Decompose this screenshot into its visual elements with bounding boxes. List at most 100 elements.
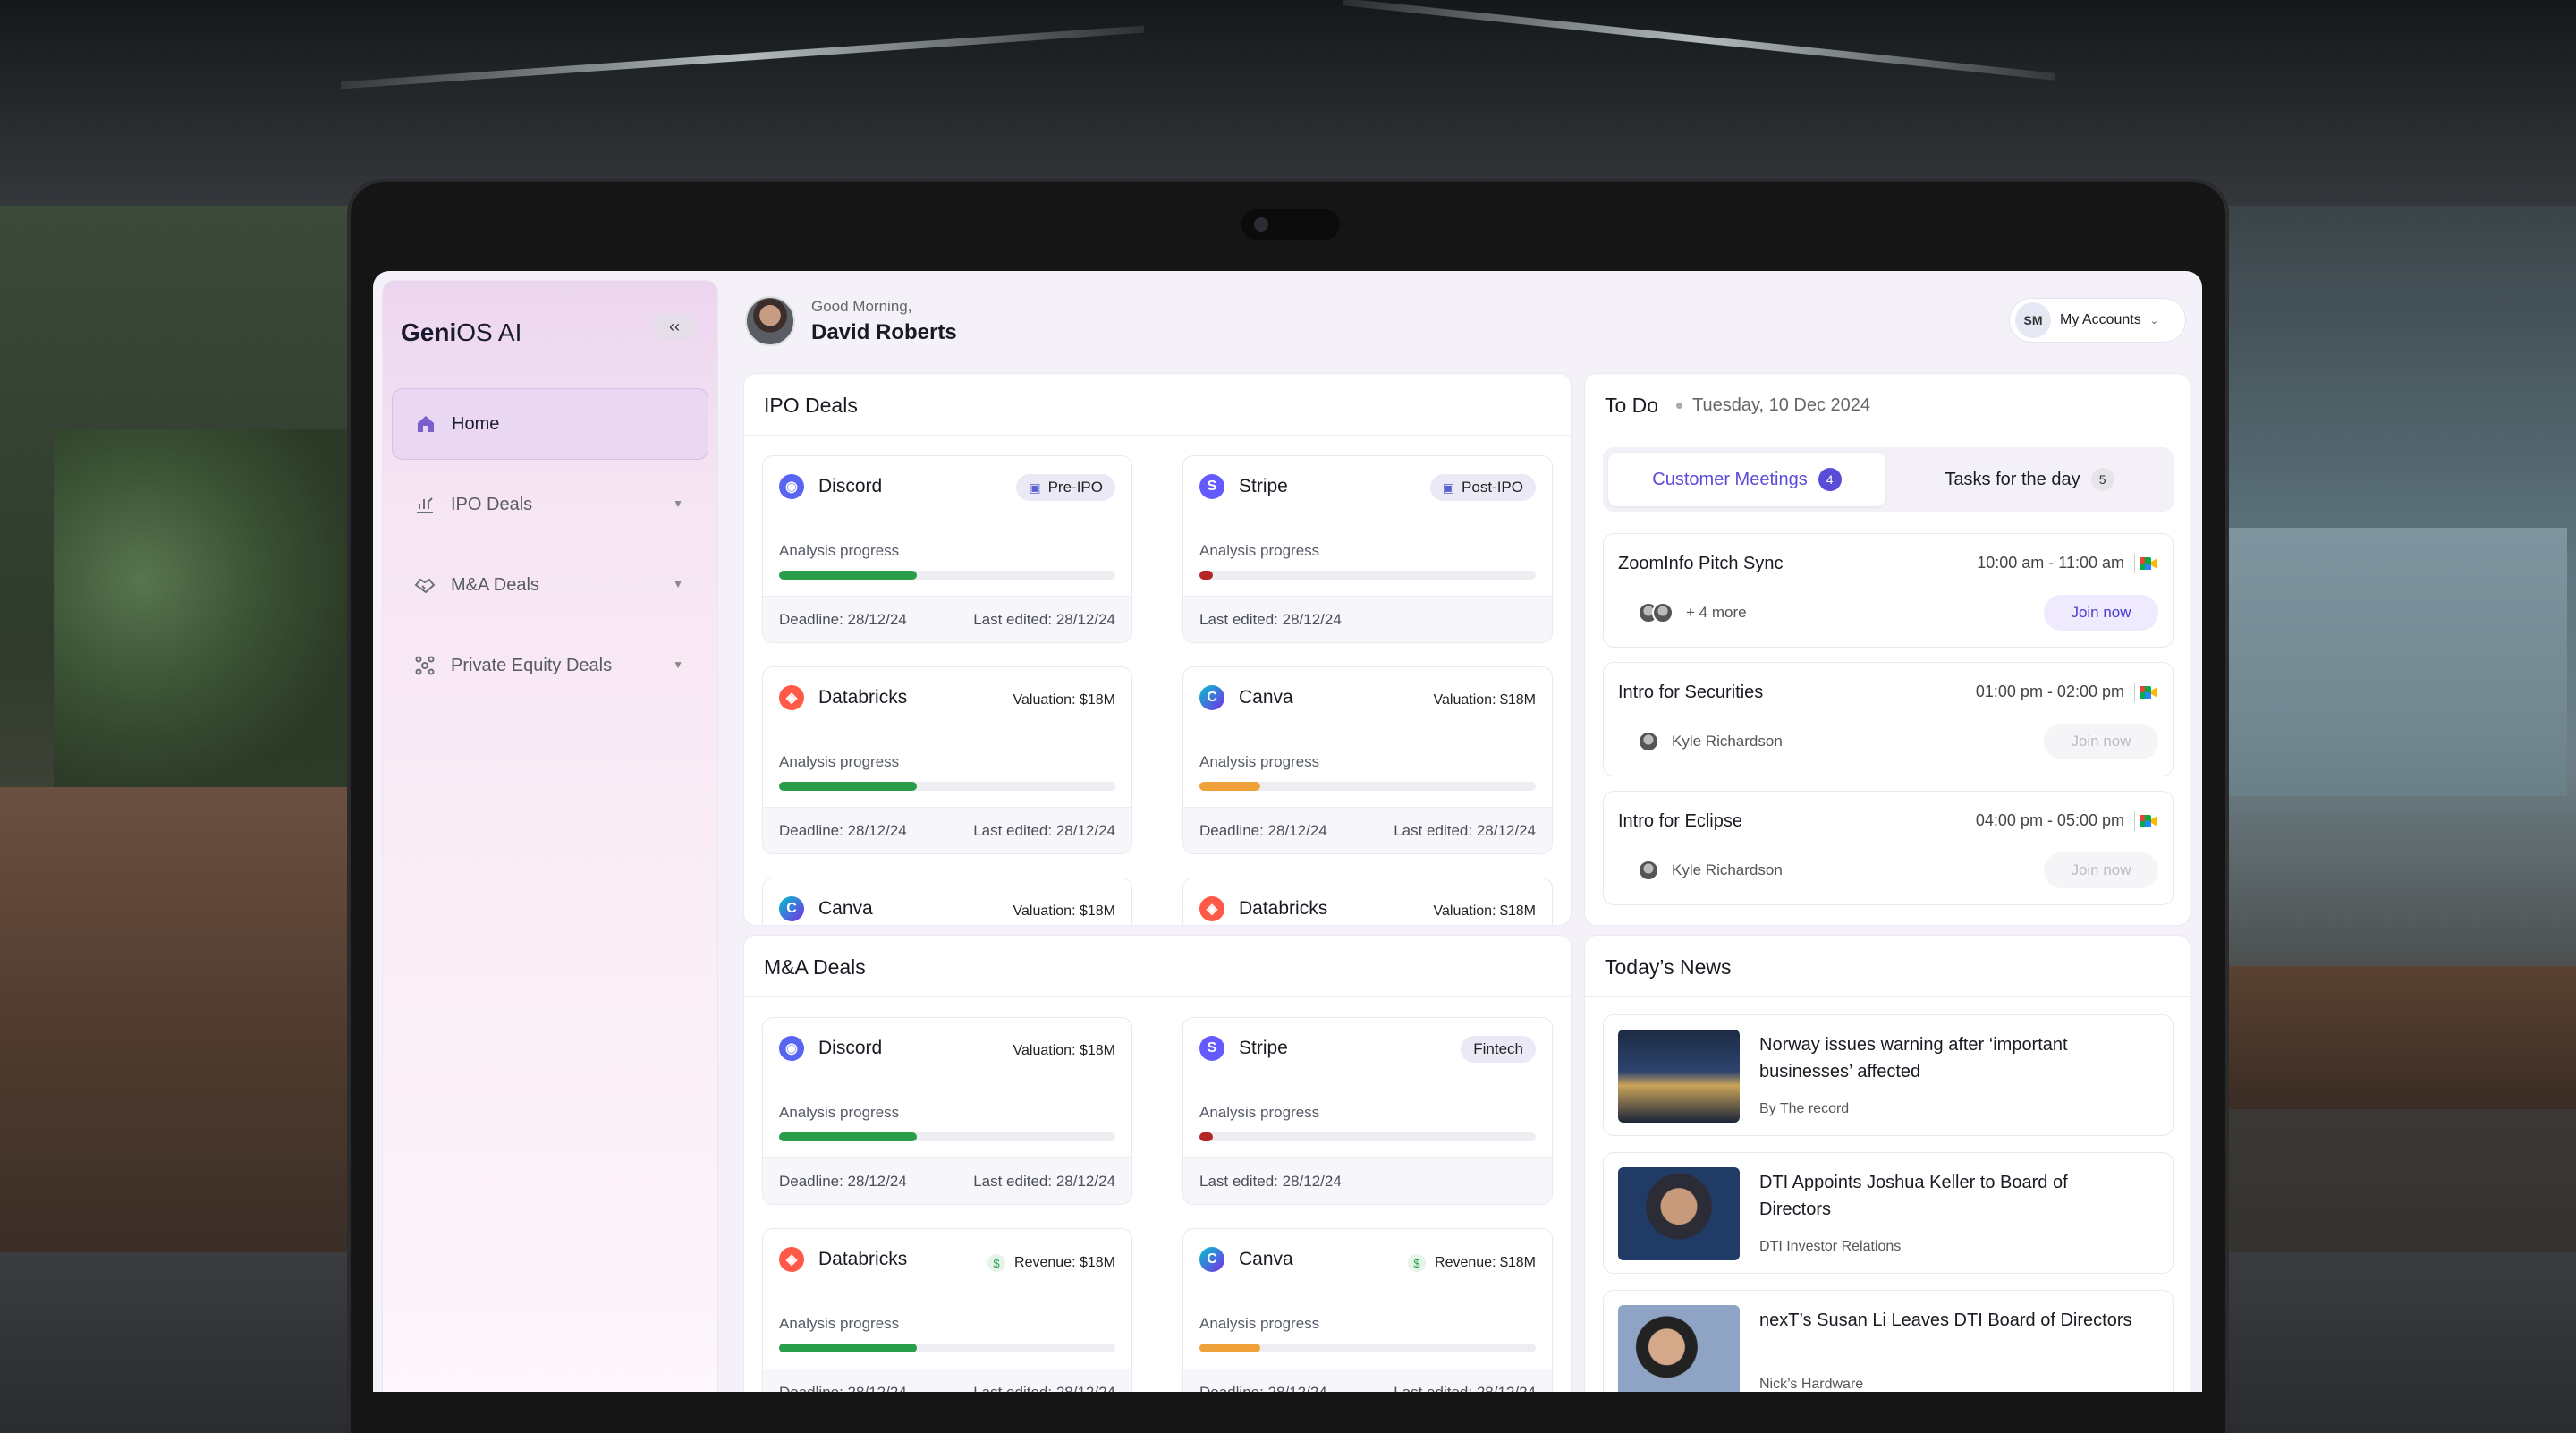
- progress-fill: [1199, 782, 1260, 791]
- window-view: [2227, 528, 2567, 796]
- meeting-item[interactable]: Intro for Eclipse 04:00 pm - 05:00 pm Ky…: [1603, 791, 2174, 905]
- avatar[interactable]: [745, 296, 795, 346]
- join-now-button[interactable]: Join now: [2044, 852, 2158, 888]
- attendee-avatar: [1638, 731, 1659, 752]
- divider: [2134, 554, 2135, 573]
- valuation-text: Valuation: $18M: [1433, 903, 1536, 919]
- valuation-text: Valuation: $18M: [1013, 1043, 1115, 1058]
- google-meet-icon: [2140, 557, 2157, 570]
- ma-deals-list[interactable]: ◉ Discord Valuation: $18M Analysis progr…: [744, 997, 1571, 1392]
- news-thumbnail: [1618, 1305, 1740, 1392]
- news-item[interactable]: Norway issues warning after ‘important b…: [1603, 1014, 2174, 1136]
- stripe-logo-icon: S: [1199, 474, 1224, 499]
- attendees: Kyle Richardson: [1618, 731, 1783, 752]
- deal-card-databricks[interactable]: ◈ Databricks $ Revenue: $18M Analysis pro…: [762, 1228, 1132, 1392]
- progress-label: Analysis progress: [779, 753, 900, 770]
- google-meet-icon: [2140, 686, 2157, 699]
- sidebar-item-private-equity[interactable]: Private Equity Deals ▼: [392, 630, 708, 701]
- deal-card-canva[interactable]: C Canva $ Revenue: $18M Analysis progress…: [1182, 1228, 1553, 1392]
- deal-card-discord[interactable]: ◉ Discord ▣ Pre-IPO Analysis progress Dea…: [762, 455, 1132, 643]
- chevron-down-icon: ▼: [673, 497, 683, 510]
- deal-footer: Deadline: 28/12/24 Last edited: 28/12/24: [763, 807, 1131, 853]
- deal-footer: Deadline: 28/12/24 Last edited: 28/12/24: [763, 1369, 1131, 1392]
- progress-label: Analysis progress: [1199, 1315, 1320, 1332]
- news-headline: Norway issues warning after ‘important b…: [1759, 1035, 2068, 1081]
- deal-card-stripe[interactable]: S Stripe ▣ Post-IPO Analysis progress Las…: [1182, 455, 1553, 643]
- deadline-text: Deadline: 28/12/24: [779, 611, 907, 628]
- sidebar-item-label: Home: [452, 413, 500, 434]
- deal-name: Stripe: [1239, 476, 1288, 496]
- deal-card-canva[interactable]: C Canva Valuation: $18M: [762, 878, 1132, 925]
- deal-name: Stripe: [1239, 1038, 1288, 1058]
- ipo-deals-panel: IPO Deals ◉ Discord ▣ Pre-IPO Analysis pr…: [743, 373, 1572, 926]
- join-now-button[interactable]: Join now: [2044, 724, 2158, 759]
- progress-fill: [779, 571, 918, 580]
- dollar-icon: $: [1408, 1254, 1427, 1272]
- divider: [2134, 811, 2135, 831]
- badge-label: Post-IPO: [1462, 479, 1523, 496]
- deal-card-stripe[interactable]: S Stripe Fintech Analysis progress Last …: [1182, 1017, 1553, 1205]
- account-initials-badge: SM: [2015, 302, 2051, 338]
- sidebar-item-ma-deals[interactable]: M&A Deals ▼: [392, 549, 708, 621]
- deal-stage-badge: ▣ Post-IPO: [1429, 474, 1536, 501]
- chevron-down-icon: ▼: [673, 578, 683, 590]
- meeting-time: 10:00 am - 11:00 am: [1977, 554, 2124, 572]
- news-source: DTI Investor Relations: [1759, 1239, 1902, 1254]
- last-edited-text: Last edited: 28/12/24: [973, 611, 1115, 628]
- chevron-down-icon: ⌄: [2149, 315, 2158, 326]
- deal-name: Canva: [818, 898, 873, 919]
- collapse-sidebar-button[interactable]: ‹‹: [653, 313, 696, 340]
- network-icon: [413, 654, 436, 677]
- right-desk: [2218, 966, 2576, 1109]
- news-item[interactable]: DTI Appoints Joshua Keller to Board of D…: [1603, 1152, 2174, 1274]
- deal-header: C Canva: [1199, 685, 1293, 710]
- ipo-chart-icon: [413, 493, 436, 516]
- deadline-text: Deadline: 28/12/24: [779, 1384, 907, 1392]
- progress-label: Analysis progress: [1199, 753, 1320, 770]
- sector-badge: Fintech: [1461, 1036, 1536, 1063]
- ipo-deals-list[interactable]: ◉ Discord ▣ Pre-IPO Analysis progress Dea…: [744, 436, 1571, 925]
- deal-card-discord[interactable]: ◉ Discord Valuation: $18M Analysis progr…: [762, 1017, 1132, 1205]
- revenue-label: Revenue: $18M: [1014, 1255, 1115, 1270]
- news-item[interactable]: nexT’s Susan Li Leaves DTI Board of Dire…: [1603, 1290, 2174, 1392]
- progress-label: Analysis progress: [779, 1315, 900, 1332]
- meeting-item[interactable]: ZoomInfo Pitch Sync 10:00 am - 11:00 am …: [1603, 533, 2174, 648]
- progress-bar: [1199, 1344, 1536, 1352]
- attendee-name: Kyle Richardson: [1672, 861, 1783, 878]
- valuation-text: Valuation: $18M: [1433, 692, 1536, 708]
- valuation-text: Valuation: $18M: [1013, 692, 1115, 708]
- todo-date: Tuesday, 10 Dec 2024: [1692, 395, 1871, 415]
- tab-tasks-for-the-day[interactable]: Tasks for the day 5: [1891, 453, 2168, 506]
- badge-label: Pre-IPO: [1047, 479, 1103, 496]
- badge-label: Fintech: [1473, 1040, 1523, 1057]
- deal-footer: Deadline: 28/12/24 Last edited: 28/12/24: [1183, 807, 1552, 853]
- deadline-text: Deadline: 28/12/24: [779, 822, 907, 839]
- attendees: + 4 more: [1618, 602, 1747, 623]
- tab-label: Tasks for the day: [1945, 469, 2080, 489]
- sidebar-item-ipo-deals[interactable]: IPO Deals ▼: [392, 469, 708, 540]
- meeting-item[interactable]: Intro for Securities 01:00 pm - 02:00 pm…: [1603, 662, 2174, 776]
- join-now-button[interactable]: Join now: [2044, 595, 2158, 631]
- deadline-text: Deadline: 28/12/24: [1199, 1384, 1327, 1392]
- deal-card-databricks[interactable]: ◈ Databricks Valuation: $18M Analysis pr…: [762, 666, 1132, 854]
- sidebar-item-home[interactable]: Home: [392, 388, 708, 460]
- progress-fill: [779, 1132, 918, 1141]
- news-thumbnail: [1618, 1030, 1740, 1123]
- deal-footer: Last edited: 28/12/24: [1183, 1157, 1552, 1204]
- deal-header: S Stripe: [1199, 474, 1288, 499]
- panel-title: IPO Deals: [764, 394, 858, 417]
- deal-header: ◈ Databricks: [779, 685, 907, 710]
- progress-bar: [779, 1132, 1115, 1141]
- divider: [2134, 683, 2135, 702]
- deal-header: ◉ Discord: [779, 474, 882, 499]
- tab-customer-meetings[interactable]: Customer Meetings 4: [1608, 453, 1885, 506]
- deal-card-databricks[interactable]: ◈ Databricks Valuation: $18M: [1182, 878, 1553, 925]
- news-panel: Today’s News Norway issues warning after…: [1584, 935, 2190, 1392]
- revenue-label: Revenue: $18M: [1435, 1255, 1536, 1270]
- news-headline: DTI Appoints Joshua Keller to Board of D…: [1759, 1173, 2068, 1219]
- databricks-logo-icon: ◈: [779, 1247, 804, 1272]
- last-edited-text: Last edited: 28/12/24: [1394, 822, 1536, 839]
- deal-card-canva[interactable]: C Canva Valuation: $18M Analysis progres…: [1182, 666, 1553, 854]
- my-accounts-dropdown[interactable]: SM My Accounts ⌄: [2009, 298, 2186, 343]
- deal-footer: Deadline: 28/12/24 Last edited: 28/12/24: [763, 596, 1131, 642]
